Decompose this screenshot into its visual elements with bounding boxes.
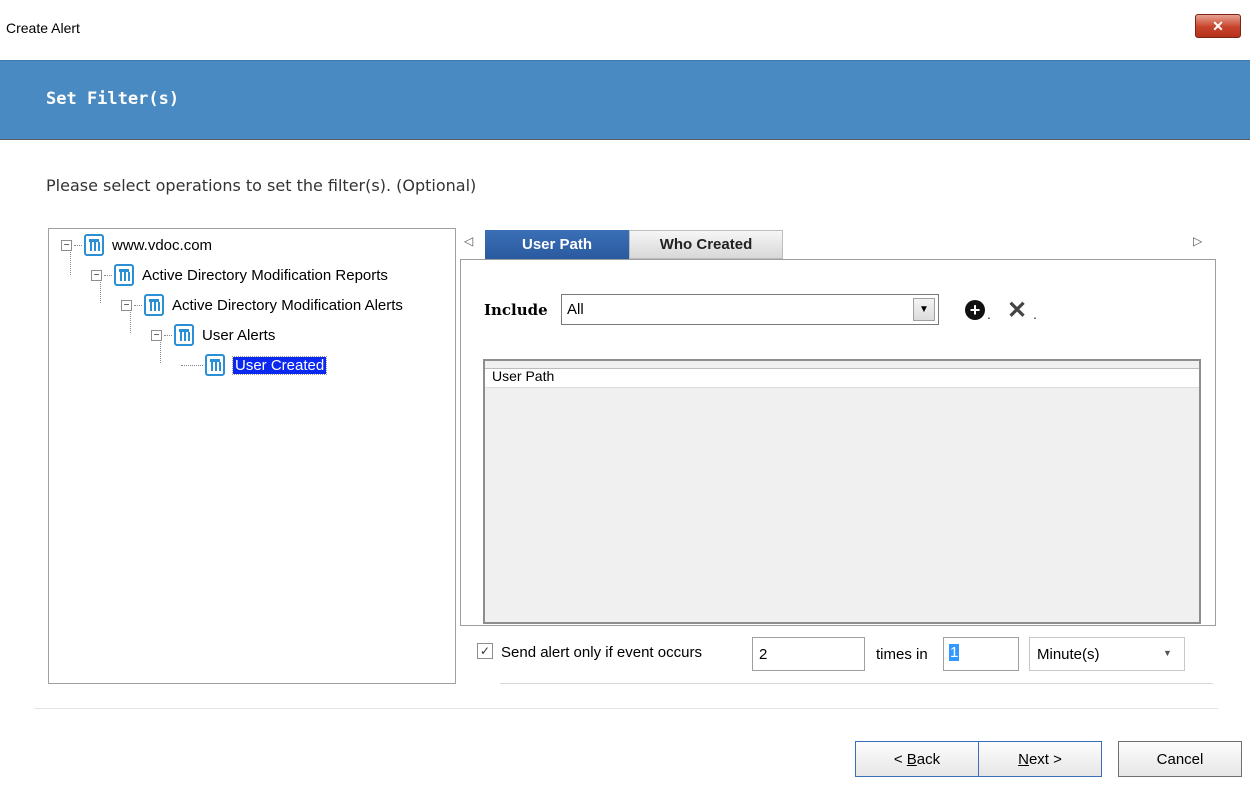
- times-in-label: times in: [876, 646, 928, 663]
- remove-icon-suffix: .: [1033, 306, 1037, 322]
- tree-item-www-vdoc-com[interactable]: − www.vdoc.com: [61, 233, 212, 257]
- collapse-icon[interactable]: −: [61, 239, 72, 251]
- chevron-down-icon[interactable]: ▼: [913, 298, 935, 321]
- close-button[interactable]: ✕: [1195, 14, 1241, 38]
- report-icon: [174, 324, 194, 346]
- list-column-header-label: User Path: [492, 368, 555, 384]
- send-alert-checkbox[interactable]: ✓: [477, 643, 493, 659]
- tab-scroll-left-icon[interactable]: ◁: [464, 234, 473, 248]
- add-icon-suffix: .: [987, 306, 991, 322]
- window-title: Create Alert: [6, 20, 80, 36]
- tree-item-ad-modification-alerts[interactable]: − Active Directory Modification Alerts: [121, 293, 403, 317]
- tree-item-label: Active Directory Modification Alerts: [172, 296, 403, 314]
- include-select-value: All: [567, 301, 584, 318]
- interval-value: 1: [949, 644, 960, 661]
- tree-item-ad-modification-reports[interactable]: − Active Directory Modification Reports: [91, 263, 388, 287]
- include-label: Include: [484, 301, 548, 319]
- cancel-button[interactable]: Cancel: [1118, 741, 1242, 777]
- tree-item-label: Active Directory Modification Reports: [142, 266, 388, 284]
- send-alert-label: Send alert only if event occurs: [501, 644, 702, 661]
- tab-user-path[interactable]: User Path: [485, 230, 629, 259]
- collapse-icon[interactable]: −: [151, 329, 162, 341]
- event-count-input[interactable]: 2: [752, 637, 865, 671]
- report-icon: [84, 234, 104, 256]
- back-button[interactable]: < Back: [855, 741, 979, 777]
- tree-item-label: User Created: [231, 355, 328, 375]
- report-icon: [144, 294, 164, 316]
- next-button[interactable]: Next >: [978, 741, 1102, 777]
- list-column-header[interactable]: [485, 368, 1199, 388]
- collapse-icon[interactable]: −: [121, 299, 132, 311]
- add-circle-icon[interactable]: +: [965, 300, 985, 320]
- tab-who-created[interactable]: Who Created: [629, 230, 783, 259]
- instruction-text: Please select operations to set the filt…: [46, 176, 477, 195]
- report-icon: [114, 264, 134, 286]
- tab-scroll-right-icon[interactable]: ▷: [1193, 234, 1202, 248]
- footer-divider: [34, 708, 1218, 709]
- remove-x-icon[interactable]: ✕: [1007, 296, 1027, 325]
- report-tree: − www.vdoc.com − Active Directory Modifi…: [48, 228, 456, 684]
- user-path-list[interactable]: [483, 359, 1201, 624]
- collapse-icon[interactable]: −: [91, 269, 102, 281]
- page-title: Set Filter(s): [46, 89, 180, 109]
- report-icon: [205, 354, 225, 376]
- title-bar: [0, 0, 1250, 61]
- tree-item-user-alerts[interactable]: − User Alerts: [151, 323, 275, 347]
- header-band: Set Filter(s): [0, 60, 1250, 140]
- options-divider: [500, 683, 1213, 684]
- close-icon: ✕: [1212, 17, 1224, 34]
- tree-item-user-created[interactable]: User Created: [181, 353, 328, 377]
- tree-item-label: www.vdoc.com: [112, 236, 213, 254]
- time-unit-value: Minute(s): [1037, 646, 1100, 663]
- chevron-down-icon[interactable]: ▼: [1163, 648, 1172, 658]
- include-select[interactable]: [561, 294, 939, 325]
- tree-item-label: User Alerts: [202, 326, 276, 344]
